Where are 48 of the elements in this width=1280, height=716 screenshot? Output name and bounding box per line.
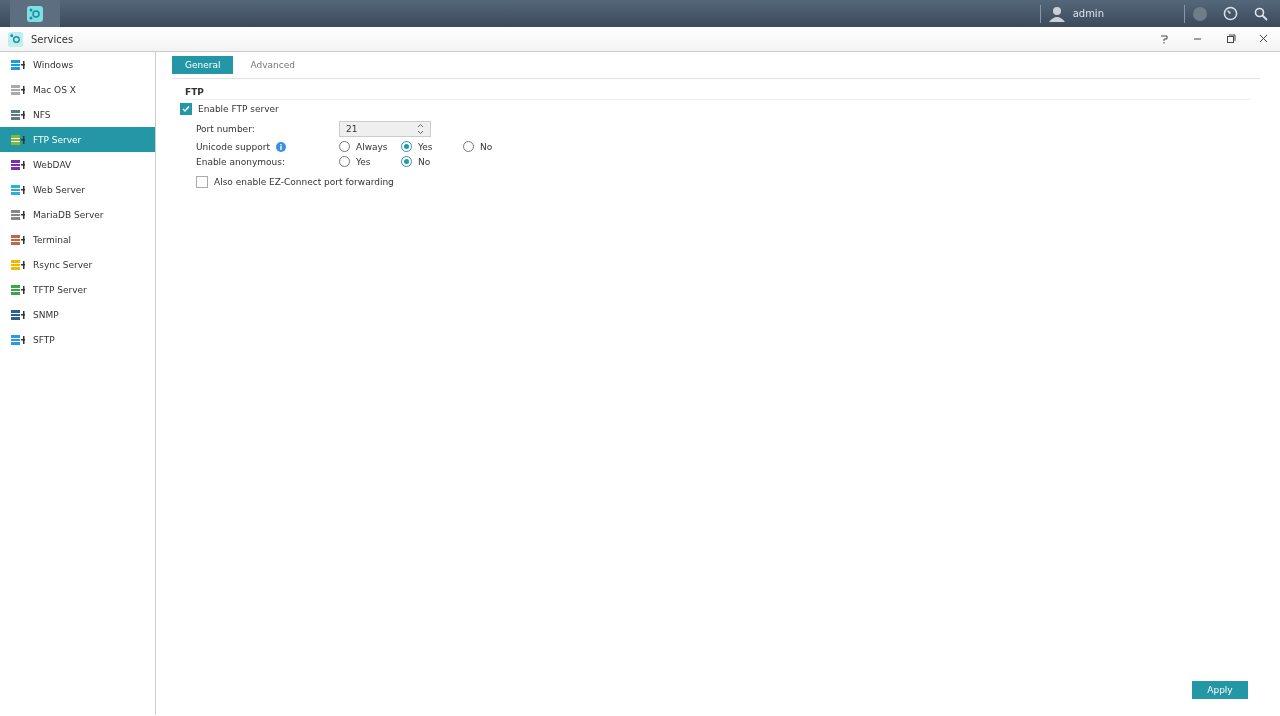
service-icon [11, 133, 25, 146]
sidebar-item[interactable]: Mac OS X [0, 77, 155, 102]
sidebar-item[interactable]: Terminal [0, 227, 155, 252]
service-icon [11, 158, 25, 171]
services-app-icon [8, 31, 23, 47]
service-icon [11, 233, 25, 246]
sidebar-item[interactable]: MariaDB Server [0, 202, 155, 227]
service-icon [11, 83, 25, 96]
tab[interactable]: Advanced [237, 56, 308, 74]
checkbox[interactable] [180, 102, 192, 115]
radio-option[interactable]: Yes [401, 141, 463, 152]
info-icon[interactable] [275, 141, 286, 152]
sidebar-item[interactable]: NFS [0, 102, 155, 127]
user-icon[interactable] [1048, 5, 1065, 22]
service-icon [11, 108, 25, 121]
radio-option[interactable]: No [401, 156, 463, 167]
service-icon [11, 258, 25, 271]
user-name[interactable]: admin [1072, 8, 1104, 19]
port-number-field[interactable]: 21 [339, 121, 431, 137]
radio-option[interactable]: No [463, 141, 525, 152]
dashboard-icon[interactable] [1223, 6, 1238, 21]
field-label: Port number: [196, 124, 256, 134]
radio-option[interactable]: Always [339, 141, 401, 152]
service-icon [11, 308, 25, 321]
section-title: FTP [185, 87, 1251, 100]
checkbox-label: Enable FTP server [198, 103, 279, 114]
window-title: Services [31, 33, 74, 45]
field-label: Unicode support [196, 141, 270, 152]
field-label: Enable anonymous: [196, 156, 286, 167]
service-icon [11, 333, 25, 346]
service-icon [11, 208, 25, 221]
sidebar-item[interactable]: SNMP [0, 302, 155, 327]
sidebar-item[interactable]: Rsync Server [0, 252, 155, 277]
radio-option[interactable]: Yes [339, 156, 401, 167]
app-launcher-icon[interactable] [10, 0, 60, 27]
checkbox-label: Also enable EZ-Connect port forwarding [214, 176, 394, 187]
sidebar-item[interactable]: SFTP [0, 327, 155, 352]
sidebar-item[interactable]: TFTP Server [0, 277, 155, 302]
sidebar-item[interactable]: Web Server [0, 177, 155, 202]
service-icon [11, 183, 25, 196]
service-icon [11, 283, 25, 296]
sidebar-item[interactable]: WebDAV [0, 152, 155, 177]
search-icon[interactable] [1254, 6, 1268, 21]
sidebar-item[interactable]: Windows [0, 52, 155, 77]
checkbox[interactable] [196, 175, 208, 188]
notification-icon[interactable] [1193, 6, 1207, 21]
service-icon [11, 58, 25, 71]
spinner-arrows-icon[interactable] [417, 123, 424, 135]
